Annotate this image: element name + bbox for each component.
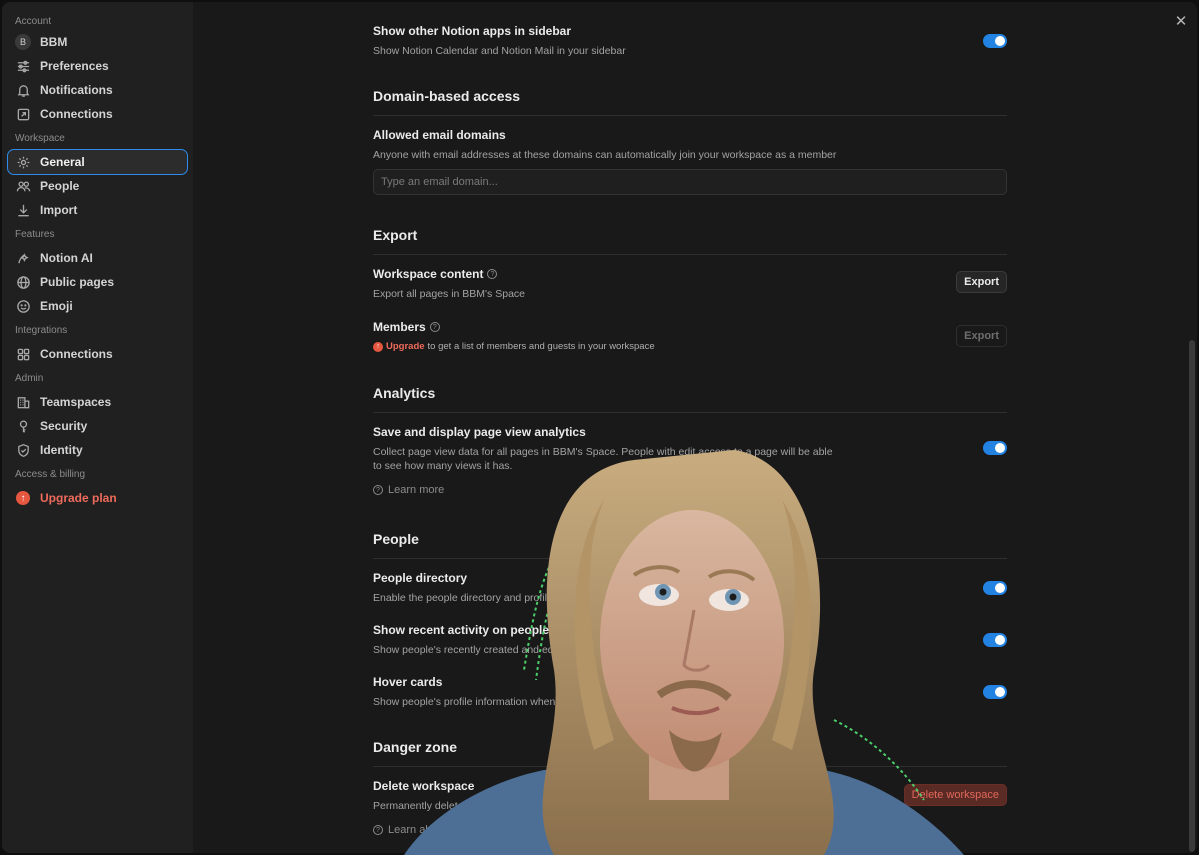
setting-title: Members ?	[373, 320, 1007, 334]
sidebar-item-label: Notifications	[40, 83, 113, 97]
sidebar-item-people[interactable]: People	[8, 174, 187, 198]
export-workspace-button[interactable]: Export	[956, 271, 1007, 293]
sidebar-item-label: Preferences	[40, 59, 109, 73]
sidebar-section-workspace: Workspace	[15, 133, 65, 144]
avatar: B	[15, 34, 31, 50]
setting-notion-apps: Show other Notion apps in sidebar Show N…	[373, 24, 1007, 58]
sidebar-item-emoji[interactable]: Emoji	[8, 294, 187, 318]
bell-icon	[15, 82, 31, 98]
recent-activity-toggle[interactable]	[983, 633, 1007, 647]
sidebar-item-teamspaces[interactable]: Teamspaces	[8, 390, 187, 414]
sidebar-item-notifications[interactable]: Notifications	[8, 78, 187, 102]
export-members-button[interactable]: Export	[956, 325, 1007, 347]
people-directory-toggle[interactable]	[983, 581, 1007, 595]
settings-sidebar: Account B BBM Preferences Notifications …	[2, 2, 193, 853]
sidebar-item-preferences[interactable]: Preferences	[8, 54, 187, 78]
help-icon[interactable]: ?	[429, 322, 440, 332]
scrollbar[interactable]	[1189, 340, 1195, 852]
sidebar-item-label: Security	[40, 419, 88, 433]
help-icon: ?	[373, 485, 383, 495]
sidebar-item-general[interactable]: General	[7, 149, 188, 175]
sidebar-item-connections-account[interactable]: Connections	[8, 102, 187, 126]
upgrade-icon: ↑	[15, 490, 31, 506]
setting-title: Workspace content ?	[373, 267, 1007, 281]
email-domain-input[interactable]: Type an email domain...	[373, 169, 1007, 195]
sidebar-item-label: Identity	[40, 443, 83, 457]
setting-desc: Show Notion Calendar and Notion Mail in …	[373, 45, 626, 57]
webcam-person-overlay	[404, 450, 964, 855]
upgrade-icon: ↑	[373, 341, 383, 352]
setting-title: Save and display page view analytics	[373, 425, 586, 439]
setting-allowed-domains: Allowed email domains Anyone with email …	[373, 128, 1007, 162]
sidebar-item-label: Upgrade plan	[40, 491, 117, 505]
members-upgrade-line: ↑ Upgrade to get a list of members and g…	[373, 341, 1007, 352]
globe-icon	[15, 274, 31, 290]
setting-members: Members ? ↑ Upgrade to get a list of mem…	[373, 320, 1007, 352]
close-icon[interactable]: ✕	[1173, 14, 1189, 30]
section-heading-domain: Domain-based access	[373, 88, 1007, 116]
smiley-icon	[15, 298, 31, 314]
sidebar-item-account-bbm[interactable]: B BBM	[8, 30, 187, 54]
hover-cards-toggle[interactable]	[983, 685, 1007, 699]
sidebar-item-public-pages[interactable]: Public pages	[8, 270, 187, 294]
sidebar-section-integrations: Integrations	[15, 325, 68, 336]
sidebar-item-security[interactable]: Security	[8, 414, 187, 438]
sidebar-item-label: Public pages	[40, 275, 115, 289]
key-icon	[15, 418, 31, 434]
setting-desc: Anyone with email addresses at these dom…	[373, 149, 837, 161]
setting-desc: Export all pages in BBM's Space	[373, 288, 525, 300]
sidebar-item-label: Emoji	[40, 299, 73, 313]
people-icon	[15, 178, 31, 194]
sidebar-item-label: Teamspaces	[40, 395, 112, 409]
section-heading-analytics: Analytics	[373, 385, 1007, 413]
members-title: Members	[373, 320, 426, 334]
notion-apps-toggle[interactable]	[983, 34, 1007, 48]
setting-workspace-content: Workspace content ? Export all pages in …	[373, 267, 1007, 301]
setting-title: Allowed email domains	[373, 128, 506, 142]
grid-icon	[15, 346, 31, 362]
sidebar-section-billing: Access & billing	[15, 469, 86, 480]
setting-title: Show other Notion apps in sidebar	[373, 24, 572, 38]
sidebar-section-admin: Admin	[15, 373, 44, 384]
sidebar-item-notion-ai[interactable]: Notion AI	[8, 246, 187, 270]
members-desc: to get a list of members and guests in y…	[427, 341, 655, 352]
help-icon: ?	[373, 825, 383, 835]
sidebar-item-label: General	[40, 155, 85, 169]
workspace-content-title: Workspace content	[373, 267, 484, 281]
sidebar-item-import[interactable]: Import	[8, 198, 187, 222]
sidebar-item-connections-integrations[interactable]: Connections	[8, 342, 187, 366]
sidebar-item-identity[interactable]: Identity	[8, 438, 187, 462]
gear-icon	[15, 154, 31, 170]
sidebar-item-label: Connections	[40, 347, 113, 361]
download-icon	[15, 202, 31, 218]
upgrade-link[interactable]: Upgrade	[386, 341, 425, 352]
sidebar-item-label: Notion AI	[40, 251, 93, 265]
help-icon[interactable]: ?	[487, 269, 498, 279]
building-icon	[15, 394, 31, 410]
section-heading-export: Export	[373, 227, 1007, 255]
sidebar-item-upgrade-plan[interactable]: ↑ Upgrade plan	[8, 486, 187, 510]
shield-icon	[15, 442, 31, 458]
arrow-box-icon	[15, 106, 31, 122]
sidebar-section-account: Account	[15, 16, 52, 27]
analytics-toggle[interactable]	[983, 441, 1007, 455]
sidebar-section-features: Features	[15, 229, 55, 240]
sidebar-item-label: People	[40, 179, 80, 193]
sliders-icon	[15, 58, 31, 74]
sidebar-item-label: Import	[40, 203, 78, 217]
ai-icon	[15, 250, 31, 266]
sidebar-item-label: Connections	[40, 107, 113, 121]
sidebar-item-label: BBM	[40, 35, 68, 49]
